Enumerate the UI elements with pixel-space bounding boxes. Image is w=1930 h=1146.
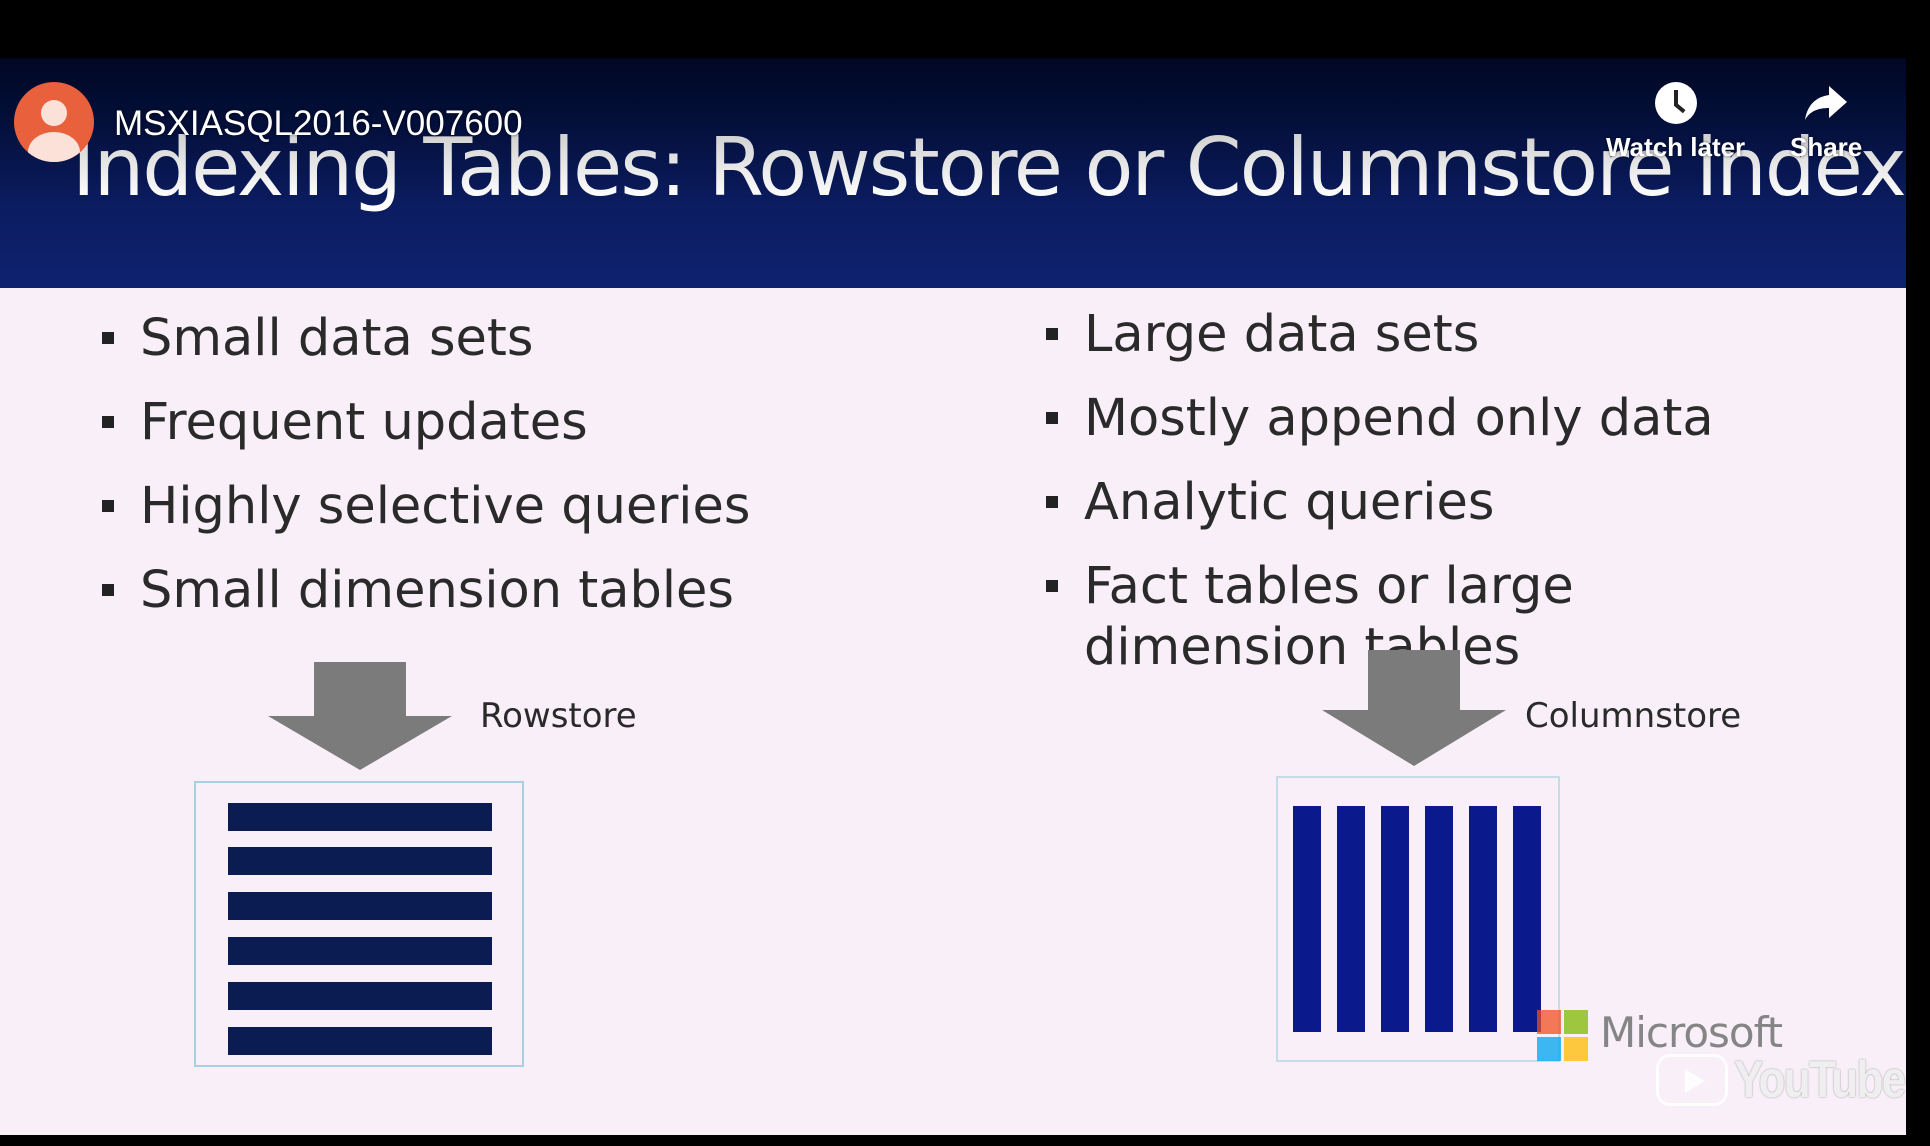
columnstore-down-arrow-icon xyxy=(1322,650,1506,766)
channel-avatar[interactable] xyxy=(14,82,94,162)
rowstore-table-graphic xyxy=(194,781,524,1067)
row-bar xyxy=(228,803,492,831)
youtube-watermark[interactable]: YouTube xyxy=(1656,1050,1930,1110)
columnstore-label: Columnstore xyxy=(1525,696,1742,736)
microsoft-logo-icon xyxy=(1537,1010,1589,1062)
column-bar xyxy=(1293,806,1321,1032)
bullet-square-icon xyxy=(102,332,114,344)
column-bar xyxy=(1337,806,1365,1032)
columnstore-table-graphic xyxy=(1276,776,1560,1062)
row-bar xyxy=(228,937,492,965)
watch-later-button[interactable]: Watch later xyxy=(1606,82,1745,163)
bullet-item: Analytic queries xyxy=(1044,472,1844,533)
video-title[interactable]: MSXIASQL2016-V007600 xyxy=(114,104,523,144)
share-arrow-icon xyxy=(1805,86,1848,120)
watch-later-label: Watch later xyxy=(1606,132,1746,162)
row-bar xyxy=(228,1027,492,1055)
column-bar xyxy=(1381,806,1409,1032)
share-button[interactable]: Share xyxy=(1790,82,1862,163)
column-bar xyxy=(1425,806,1453,1032)
row-bar xyxy=(228,892,492,920)
bullet-square-icon xyxy=(102,584,114,596)
share-label: Share xyxy=(1790,132,1863,162)
row-bar xyxy=(228,982,492,1010)
youtube-wordmark: YouTube xyxy=(1734,1051,1906,1109)
avatar-head xyxy=(41,100,67,126)
youtube-play-icon xyxy=(1656,1054,1728,1106)
row-bar xyxy=(228,847,492,875)
rowstore-label: Rowstore xyxy=(480,696,637,736)
bullet-item: Small dimension tables xyxy=(100,560,750,621)
bullet-item: Frequent updates xyxy=(100,392,750,453)
bullet-item: Large data sets xyxy=(1044,304,1844,365)
columnstore-bullet-list: Large data sets Mostly append only data … xyxy=(1044,304,1844,701)
avatar-body xyxy=(28,132,80,162)
bullet-item: Small data sets xyxy=(100,308,750,369)
bullet-item: Mostly append only data xyxy=(1044,388,1844,449)
column-bar xyxy=(1469,806,1497,1032)
rowstore-bullet-list: Small data sets Frequent updates Highly … xyxy=(100,308,750,644)
bullet-square-icon xyxy=(102,500,114,512)
bullet-item: Highly selective queries xyxy=(100,476,750,537)
rowstore-down-arrow-icon xyxy=(268,662,452,770)
slide: Indexing Tables: Rowstore or Columnstore… xyxy=(0,58,1906,1135)
bullet-square-icon xyxy=(1046,580,1058,592)
bullet-square-icon xyxy=(1046,412,1058,424)
column-bar xyxy=(1513,806,1541,1032)
clock-icon xyxy=(1654,82,1697,124)
video-player[interactable]: Indexing Tables: Rowstore or Columnstore… xyxy=(0,0,1930,1146)
bullet-square-icon xyxy=(1046,328,1058,340)
bullet-square-icon xyxy=(1046,496,1058,508)
bullet-square-icon xyxy=(102,416,114,428)
